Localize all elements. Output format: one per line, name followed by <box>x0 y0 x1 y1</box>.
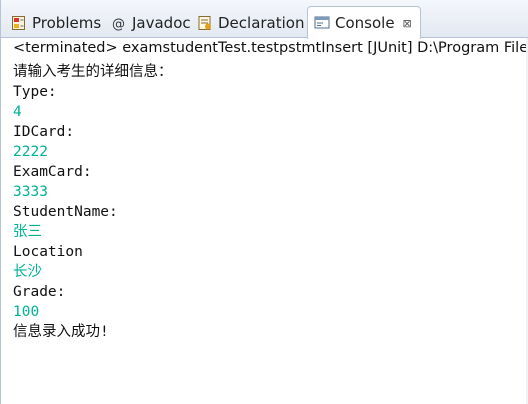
javadoc-icon: @ <box>111 15 127 32</box>
console-output-line: Grade: <box>13 284 66 300</box>
console-input-line: 3333 <box>13 184 48 200</box>
console-output-line: 请输入考生的详细信息： <box>13 64 173 80</box>
console-input-line: 张三 <box>13 224 42 240</box>
console-output[interactable]: 请输入考生的详细信息： Type: 4 IDCard: 2222 ExamCard: 333… <box>13 62 173 342</box>
console-view: Problems @ Javadoc Declaration Console ⊠… <box>0 0 528 404</box>
view-tab-bar: Problems @ Javadoc Declaration Console ⊠ <box>1 0 528 39</box>
declaration-icon <box>197 15 213 31</box>
console-output-line: 信息录入成功! <box>13 324 109 340</box>
launch-status: <terminated> examstudentTest.testpstmtIn… <box>13 40 528 56</box>
close-icon[interactable]: ⊠ <box>403 17 412 30</box>
console-input-line: 100 <box>13 304 40 320</box>
tab-javadoc[interactable]: @ Javadoc <box>111 8 191 38</box>
console-icon <box>314 15 330 31</box>
tab-problems[interactable]: Problems <box>11 8 101 38</box>
console-output-line: IDCard: <box>13 124 75 140</box>
tab-declaration[interactable]: Declaration <box>197 8 304 38</box>
console-input-line: 2222 <box>13 144 48 160</box>
tab-javadoc-label: Javadoc <box>132 14 191 32</box>
console-output-line: ExamCard: <box>13 164 92 180</box>
console-output-line: Type: <box>13 84 57 100</box>
console-output-line: StudentName: <box>13 204 118 220</box>
tab-declaration-label: Declaration <box>218 14 305 32</box>
console-input-line: 长沙 <box>13 264 42 280</box>
console-output-line: Location <box>13 244 83 260</box>
tab-console-label: Console <box>335 14 395 32</box>
console-input-line: 4 <box>13 104 22 120</box>
svg-text:@: @ <box>112 17 125 31</box>
problems-icon <box>11 15 27 31</box>
tab-problems-label: Problems <box>32 14 102 32</box>
tab-console[interactable]: Console ⊠ <box>307 6 421 39</box>
